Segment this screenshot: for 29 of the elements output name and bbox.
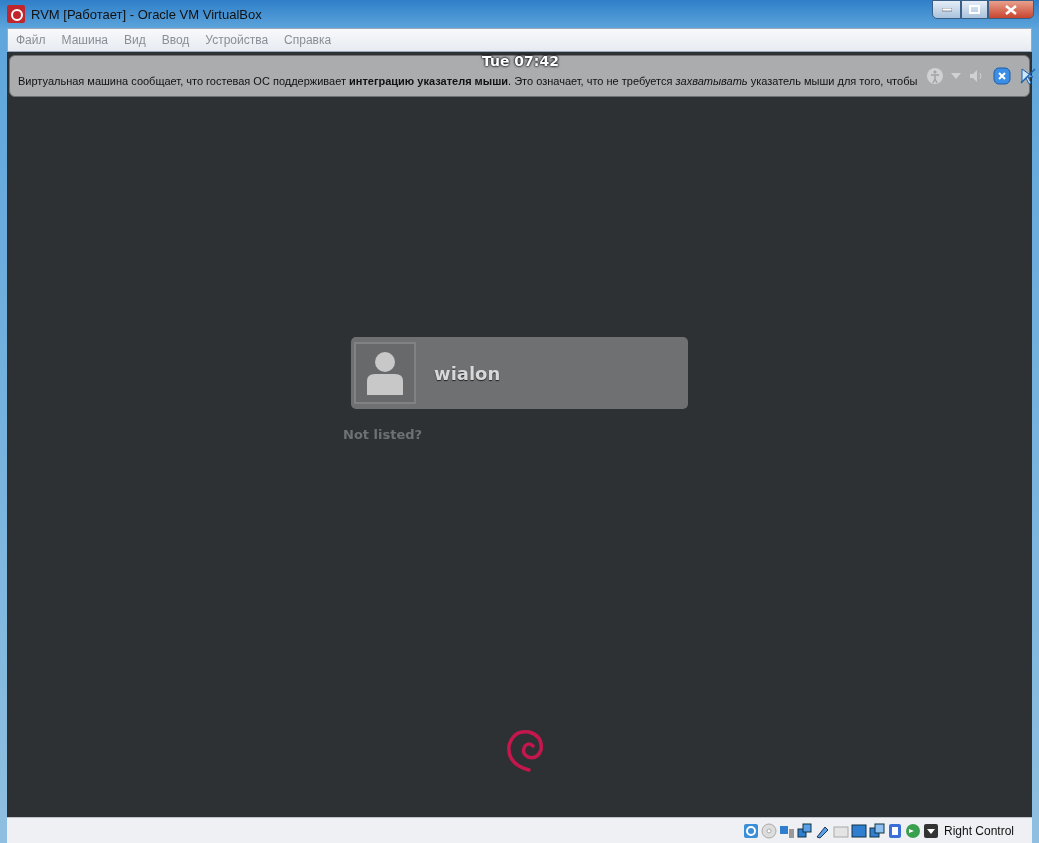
close-icon [1005, 4, 1017, 15]
display-icon[interactable] [850, 822, 867, 839]
menu-item[interactable]: Устройства [197, 33, 277, 47]
menu-item[interactable]: Вид [115, 33, 154, 47]
accessibility-icon [927, 68, 944, 84]
menu-item[interactable]: Справка [276, 33, 340, 47]
menu-item[interactable]: Машина [53, 33, 116, 47]
close-button[interactable] [988, 0, 1034, 19]
network-icon[interactable] [796, 822, 813, 839]
minimize-icon [941, 7, 952, 12]
windows-icon[interactable] [868, 822, 885, 839]
maximize-icon [969, 5, 980, 14]
disk-icon[interactable] [742, 822, 759, 839]
close-icon[interactable] [993, 67, 1012, 85]
maximize-button[interactable] [961, 0, 988, 19]
not-listed-link[interactable]: Not listed? [343, 427, 423, 442]
arrow-down-icon[interactable] [922, 822, 939, 839]
notification-text: Виртуальная машина сообщает, что гостевая ОС поддерживает интеграцию указателя мыши. Это означает, что не требуется захватывать указатель мыши для того, чтобы [18, 75, 918, 87]
user-entry[interactable]: wialon [351, 337, 688, 409]
clock: Tue 07:42 [482, 53, 559, 69]
mouse-pointer-icon[interactable] [1019, 67, 1038, 85]
avatar-icon [354, 342, 416, 404]
host-key-label: Right Control [943, 823, 1014, 838]
menu-item[interactable]: Ввод [153, 33, 198, 47]
minimize-button[interactable] [932, 0, 961, 19]
menu-item[interactable]: Файл [8, 33, 54, 47]
caret-icon [951, 73, 962, 79]
window-title: RVM [Работает] - Oracle VM VirtualBox [31, 6, 262, 22]
app-icon [7, 5, 25, 23]
